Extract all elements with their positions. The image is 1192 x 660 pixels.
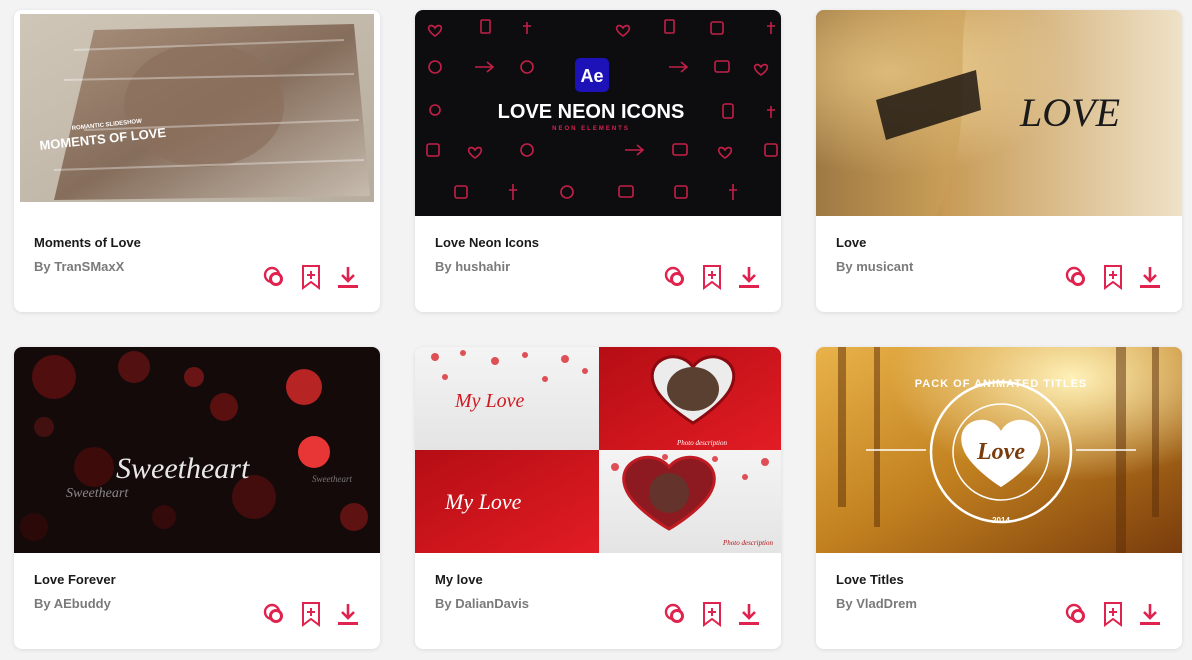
- preview-button[interactable]: [262, 264, 286, 290]
- preview-icon: [262, 265, 286, 289]
- item-card[interactable]: LOVE Love By musicant: [816, 10, 1182, 312]
- download-icon: [1139, 265, 1161, 289]
- thumb-title: Sweetheart: [116, 452, 250, 485]
- preview-icon: [1064, 265, 1088, 289]
- item-thumbnail[interactable]: ROMANTIC SLIDESHOW MOMENTS OF LOVE: [14, 10, 380, 216]
- thumb-caption: Photo description: [676, 439, 727, 447]
- bookmark-button[interactable]: [1101, 264, 1125, 290]
- download-button[interactable]: [336, 264, 360, 290]
- download-icon: [337, 265, 359, 289]
- preview-icon: [663, 602, 687, 626]
- bookmark-button[interactable]: [700, 601, 724, 627]
- bookmark-add-icon: [1102, 264, 1124, 290]
- bookmark-add-icon: [1102, 601, 1124, 627]
- thumb-echo-text: Sweetheart: [66, 486, 129, 501]
- item-card[interactable]: ROMANTIC SLIDESHOW MOMENTS OF LOVE Momen…: [14, 10, 380, 312]
- item-actions: [262, 601, 360, 627]
- thumb-title: LOVE: [1019, 90, 1120, 135]
- item-author[interactable]: By VladDrem: [836, 596, 917, 611]
- preview-icon: [262, 602, 286, 626]
- preview-icon: [663, 265, 687, 289]
- item-actions: [1064, 601, 1162, 627]
- download-icon: [1139, 602, 1161, 626]
- bookmark-button[interactable]: [700, 264, 724, 290]
- thumb-ring-text: PACK OF ANIMATED TITLES: [915, 378, 1088, 390]
- item-actions: [663, 264, 761, 290]
- preview-button[interactable]: [1064, 264, 1088, 290]
- thumb-year: 2014: [992, 516, 1010, 525]
- bookmark-add-icon: [701, 264, 723, 290]
- item-author[interactable]: By DalianDavis: [435, 596, 529, 611]
- item-author[interactable]: By musicant: [836, 259, 913, 274]
- thumb-caption: Photo description: [722, 539, 773, 547]
- download-button[interactable]: [1138, 601, 1162, 627]
- ae-badge: Ae: [580, 66, 603, 86]
- download-button[interactable]: [737, 264, 761, 290]
- item-author[interactable]: By hushahir: [435, 259, 510, 274]
- thumb-subtitle: NEON ELEMENTS: [552, 126, 630, 132]
- item-actions: [262, 264, 360, 290]
- item-card[interactable]: My Love My Love Photo description Photo …: [415, 347, 781, 649]
- download-icon: [738, 265, 760, 289]
- bookmark-add-icon: [300, 264, 322, 290]
- item-title[interactable]: Love Neon Icons: [435, 235, 539, 250]
- item-actions: [1064, 264, 1162, 290]
- item-author[interactable]: By TranSMaxX: [34, 259, 124, 274]
- preview-button[interactable]: [1064, 601, 1088, 627]
- item-card[interactable]: Ae LOVE NEON ICONS NEON ELEMENTS Love Ne…: [415, 10, 781, 312]
- item-title[interactable]: Love Titles: [836, 572, 904, 587]
- thumb-title: Love: [976, 439, 1025, 465]
- preview-button[interactable]: [262, 601, 286, 627]
- download-icon: [738, 602, 760, 626]
- bookmark-button[interactable]: [299, 601, 323, 627]
- preview-button[interactable]: [663, 264, 687, 290]
- item-thumbnail[interactable]: Ae LOVE NEON ICONS NEON ELEMENTS: [415, 10, 781, 216]
- item-actions: [663, 601, 761, 627]
- download-icon: [337, 602, 359, 626]
- thumb-echo-text: Sweetheart: [312, 474, 352, 484]
- item-thumbnail[interactable]: Sweetheart Sweetheart Sweetheart: [14, 347, 380, 553]
- item-author[interactable]: By AEbuddy: [34, 596, 111, 611]
- thumb-title: My Love: [444, 489, 522, 514]
- results-grid: ROMANTIC SLIDESHOW MOMENTS OF LOVE Momen…: [0, 0, 1192, 660]
- item-title[interactable]: Moments of Love: [34, 235, 141, 250]
- item-card[interactable]: Sweetheart Sweetheart Sweetheart Love Fo…: [14, 347, 380, 649]
- item-card[interactable]: Love PACK OF ANIMATED TITLES 2014 Love T…: [816, 347, 1182, 649]
- item-title[interactable]: Love Forever: [34, 572, 116, 587]
- bookmark-add-icon: [701, 601, 723, 627]
- item-title[interactable]: My love: [435, 572, 483, 587]
- preview-button[interactable]: [663, 601, 687, 627]
- download-button[interactable]: [737, 601, 761, 627]
- thumb-title: My Love: [454, 390, 525, 412]
- bookmark-button[interactable]: [1101, 601, 1125, 627]
- download-button[interactable]: [336, 601, 360, 627]
- download-button[interactable]: [1138, 264, 1162, 290]
- item-thumbnail[interactable]: LOVE: [816, 10, 1182, 216]
- item-title[interactable]: Love: [836, 235, 866, 250]
- preview-icon: [1064, 602, 1088, 626]
- bookmark-add-icon: [300, 601, 322, 627]
- item-thumbnail[interactable]: Love PACK OF ANIMATED TITLES 2014: [816, 347, 1182, 553]
- thumb-title: LOVE NEON ICONS: [498, 101, 685, 123]
- bookmark-button[interactable]: [299, 264, 323, 290]
- item-thumbnail[interactable]: My Love My Love Photo description Photo …: [415, 347, 781, 553]
